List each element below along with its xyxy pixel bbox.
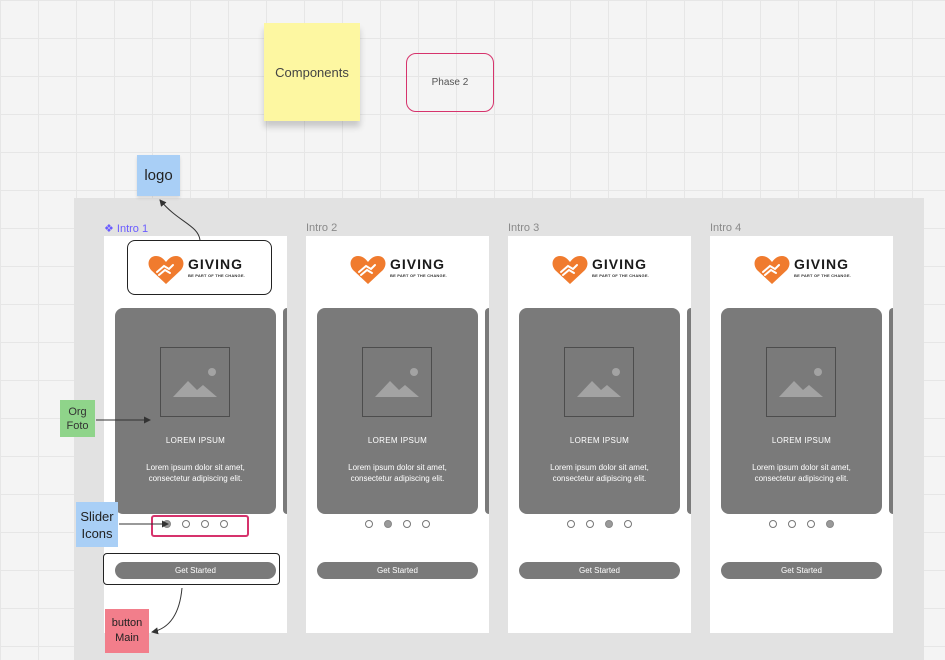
arrow-button — [151, 587, 183, 635]
button-line-1: button — [111, 617, 143, 629]
button-line-2: Main — [115, 632, 139, 644]
slider-line-1: Slider — [80, 508, 114, 524]
sticky-note-org-foto[interactable]: Org Foto — [60, 400, 95, 437]
slider-line-2: Icons — [81, 525, 113, 541]
annotation-arrows — [96, 199, 201, 635]
sticky-note-button-main[interactable]: button Main — [105, 609, 149, 653]
org-line-1: Org — [68, 405, 87, 418]
sticky-note-slider-icons[interactable]: Slider Icons — [76, 502, 118, 547]
sticky-note-logo[interactable]: logo — [137, 155, 180, 196]
org-line-2: Foto — [66, 419, 89, 432]
sticky-logo-text: logo — [144, 167, 173, 184]
arrow-logo — [159, 199, 201, 241]
